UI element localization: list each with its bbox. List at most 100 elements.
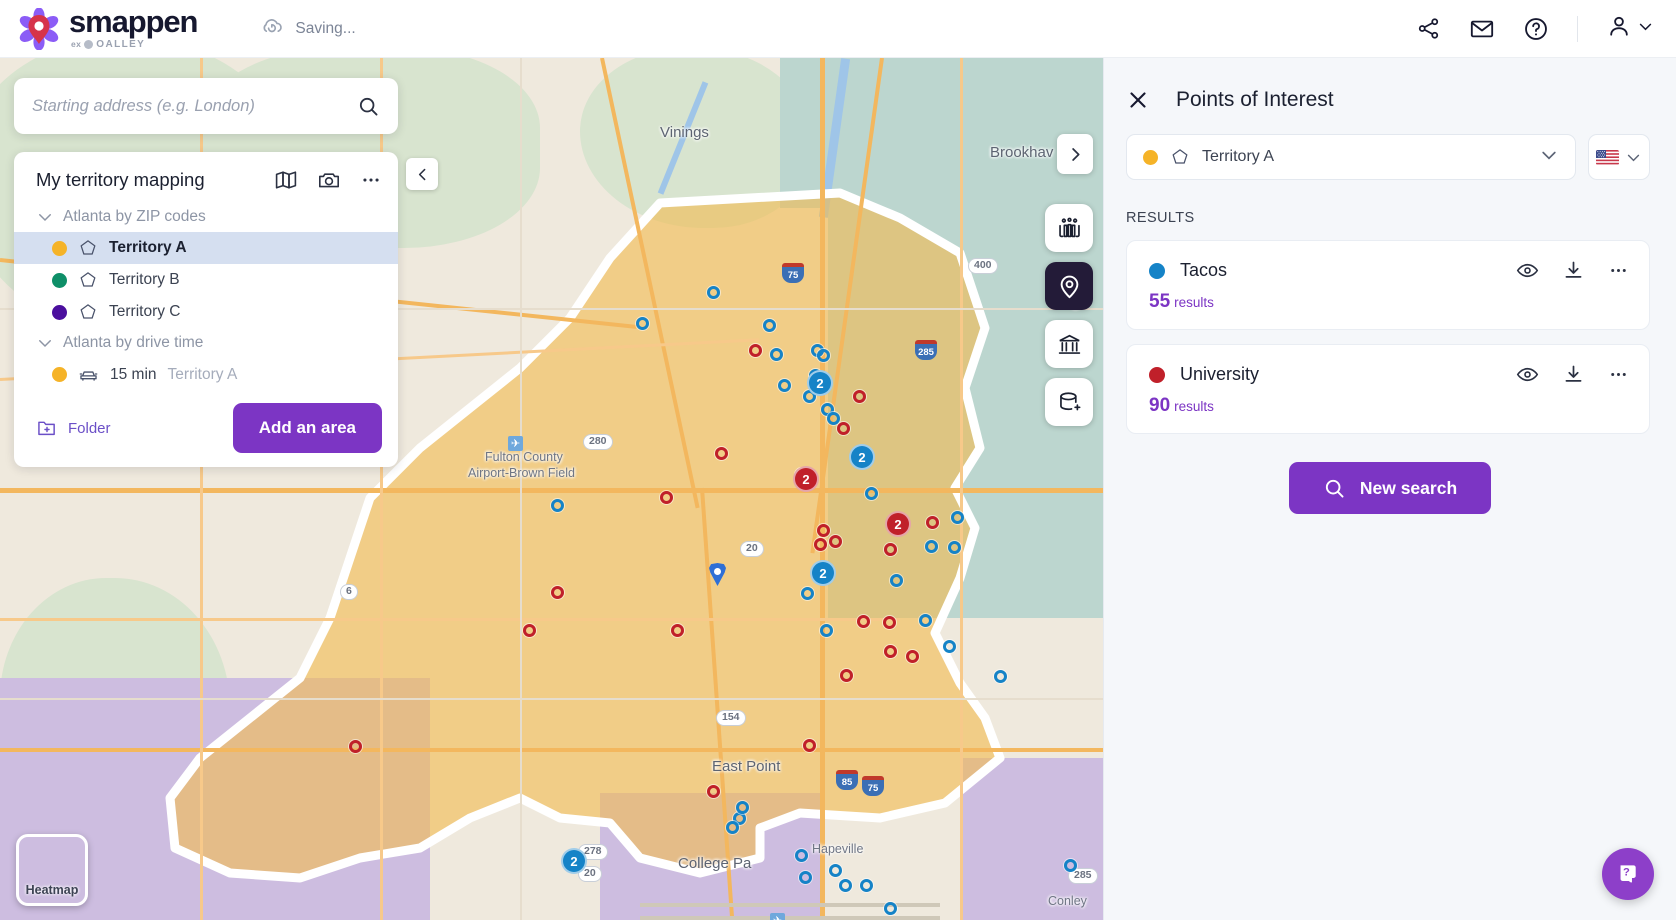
territory-panel: My territory mapping Atlanta by ZIP code… xyxy=(14,152,398,467)
map-poi-marker[interactable] xyxy=(817,524,830,537)
demographics-tool-button[interactable] xyxy=(1045,204,1093,252)
map-poi-marker[interactable] xyxy=(829,535,842,548)
map-poi-marker[interactable] xyxy=(551,586,564,599)
heatmap-toggle[interactable]: Heatmap xyxy=(16,834,88,906)
map-poi-marker[interactable] xyxy=(890,574,903,587)
result-card[interactable]: Tacos 55 results xyxy=(1126,240,1650,330)
map-poi-marker[interactable] xyxy=(795,849,808,862)
download-icon[interactable] xyxy=(1562,259,1585,282)
search-icon[interactable] xyxy=(357,95,380,118)
pentagon-icon xyxy=(78,270,98,290)
map-road xyxy=(960,58,963,920)
map-poi-marker[interactable] xyxy=(349,740,362,753)
brand-logo[interactable]: smappen ex OALLEY xyxy=(18,6,199,51)
add-folder-button[interactable]: Folder xyxy=(36,417,111,439)
eye-icon[interactable] xyxy=(1516,363,1539,386)
search-input[interactable] xyxy=(32,96,357,116)
map-poi-marker[interactable] xyxy=(715,447,728,460)
poi-tool-button[interactable] xyxy=(1045,262,1093,310)
close-icon[interactable] xyxy=(1126,88,1150,112)
institution-tool-button[interactable] xyxy=(1045,320,1093,368)
map-icon[interactable] xyxy=(274,168,298,192)
map-poi-marker[interactable] xyxy=(820,624,833,637)
map-poi-marker[interactable] xyxy=(837,422,850,435)
map-poi-marker[interactable] xyxy=(865,487,878,500)
map-poi-marker[interactable] xyxy=(925,540,938,553)
more-icon[interactable] xyxy=(1608,364,1629,385)
map-poi-marker[interactable] xyxy=(919,614,932,627)
map-poi-marker[interactable] xyxy=(883,616,896,629)
add-area-button[interactable]: Add an area xyxy=(232,403,382,453)
camera-icon[interactable] xyxy=(317,168,341,192)
map-poi-marker[interactable] xyxy=(884,902,897,915)
map-poi-marker[interactable] xyxy=(660,491,673,504)
map-poi-marker[interactable] xyxy=(778,379,791,392)
map-poi-marker[interactable] xyxy=(857,615,870,628)
map-poi-marker[interactable] xyxy=(943,640,956,653)
database-add-tool-button[interactable] xyxy=(1045,378,1093,426)
more-icon[interactable] xyxy=(360,169,382,191)
chevron-left-icon xyxy=(418,168,425,180)
collapse-panel-button[interactable] xyxy=(406,158,438,190)
result-card-actions xyxy=(1516,363,1629,386)
result-card[interactable]: University 90 results xyxy=(1126,344,1650,434)
map-poi-marker[interactable] xyxy=(726,821,739,834)
map-poi-marker[interactable] xyxy=(523,624,536,637)
map-poi-marker[interactable] xyxy=(951,511,964,524)
map-poi-marker[interactable] xyxy=(1064,859,1077,872)
more-icon[interactable] xyxy=(1608,260,1629,281)
map-poi-marker[interactable] xyxy=(803,739,816,752)
map-poi-marker[interactable] xyxy=(707,785,720,798)
territory-group-toggle[interactable]: Atlanta by drive time xyxy=(14,328,398,358)
territory-item[interactable]: Territory A xyxy=(14,232,398,264)
new-search-wrap: New search xyxy=(1104,462,1676,514)
map-poi-marker[interactable] xyxy=(551,499,564,512)
territory-group-label: Atlanta by drive time xyxy=(63,334,204,351)
brand-sub-name: OALLEY xyxy=(96,38,146,50)
map-poi-marker[interactable] xyxy=(671,624,684,637)
mail-icon[interactable] xyxy=(1469,16,1495,42)
map-poi-marker[interactable] xyxy=(926,516,939,529)
map-poi-marker[interactable] xyxy=(829,864,842,877)
map-cluster-marker[interactable]: 2 xyxy=(561,848,587,874)
map-poi-marker[interactable] xyxy=(840,669,853,682)
map-poi-marker[interactable] xyxy=(749,344,762,357)
map-poi-marker[interactable] xyxy=(801,587,814,600)
map-cluster-marker[interactable]: 2 xyxy=(849,444,875,470)
map-poi-marker[interactable] xyxy=(948,541,961,554)
new-search-button[interactable]: New search xyxy=(1288,462,1492,514)
territory-item[interactable]: Territory B xyxy=(14,264,398,296)
map-cluster-marker[interactable]: 2 xyxy=(793,466,819,492)
help-icon[interactable] xyxy=(1523,16,1549,42)
territory-item[interactable]: Territory C xyxy=(14,296,398,328)
download-icon[interactable] xyxy=(1562,363,1585,386)
eye-icon[interactable] xyxy=(1516,259,1539,282)
territory-item[interactable]: 15 min Territory A xyxy=(14,358,398,391)
map-poi-marker[interactable] xyxy=(814,538,827,551)
expand-sidebar-button[interactable] xyxy=(1057,134,1093,174)
map-poi-marker[interactable] xyxy=(763,319,776,332)
language-select[interactable] xyxy=(1588,134,1650,180)
map-poi-marker[interactable] xyxy=(799,871,812,884)
map-poi-marker[interactable] xyxy=(884,645,897,658)
starting-address-search[interactable] xyxy=(14,78,398,134)
map-poi-marker[interactable] xyxy=(906,650,919,663)
territory-group-toggle[interactable]: Atlanta by ZIP codes xyxy=(14,202,398,232)
map-poi-marker[interactable] xyxy=(770,348,783,361)
user-account-button[interactable] xyxy=(1606,13,1654,44)
map-cluster-marker[interactable]: 2 xyxy=(810,560,836,586)
map-poi-marker[interactable] xyxy=(860,879,873,892)
territory-select[interactable]: Territory A xyxy=(1126,134,1576,180)
map-poi-marker[interactable] xyxy=(707,286,720,299)
map-poi-marker[interactable] xyxy=(636,317,649,330)
map-poi-marker[interactable] xyxy=(884,543,897,556)
map-cluster-marker[interactable]: 2 xyxy=(807,370,833,396)
map-poi-marker[interactable] xyxy=(839,879,852,892)
share-icon[interactable] xyxy=(1416,16,1441,41)
map-poi-marker[interactable] xyxy=(994,670,1007,683)
map-poi-marker[interactable] xyxy=(853,390,866,403)
map-poi-marker[interactable] xyxy=(817,349,830,362)
help-chat-button[interactable]: ? xyxy=(1602,848,1654,900)
map-cluster-marker[interactable]: 2 xyxy=(885,511,911,537)
map-poi-marker[interactable] xyxy=(736,801,749,814)
